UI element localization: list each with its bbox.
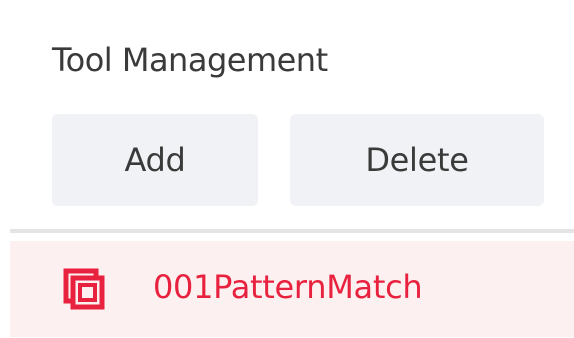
tool-list-item-label: 001PatternMatch xyxy=(153,268,423,306)
tool-list-item[interactable]: 001PatternMatch xyxy=(10,241,574,337)
panel-title: Tool Management xyxy=(52,41,328,79)
add-button[interactable]: Add xyxy=(52,114,258,206)
pattern-match-icon xyxy=(63,268,105,310)
delete-button[interactable]: Delete xyxy=(290,114,544,206)
divider xyxy=(10,229,574,233)
